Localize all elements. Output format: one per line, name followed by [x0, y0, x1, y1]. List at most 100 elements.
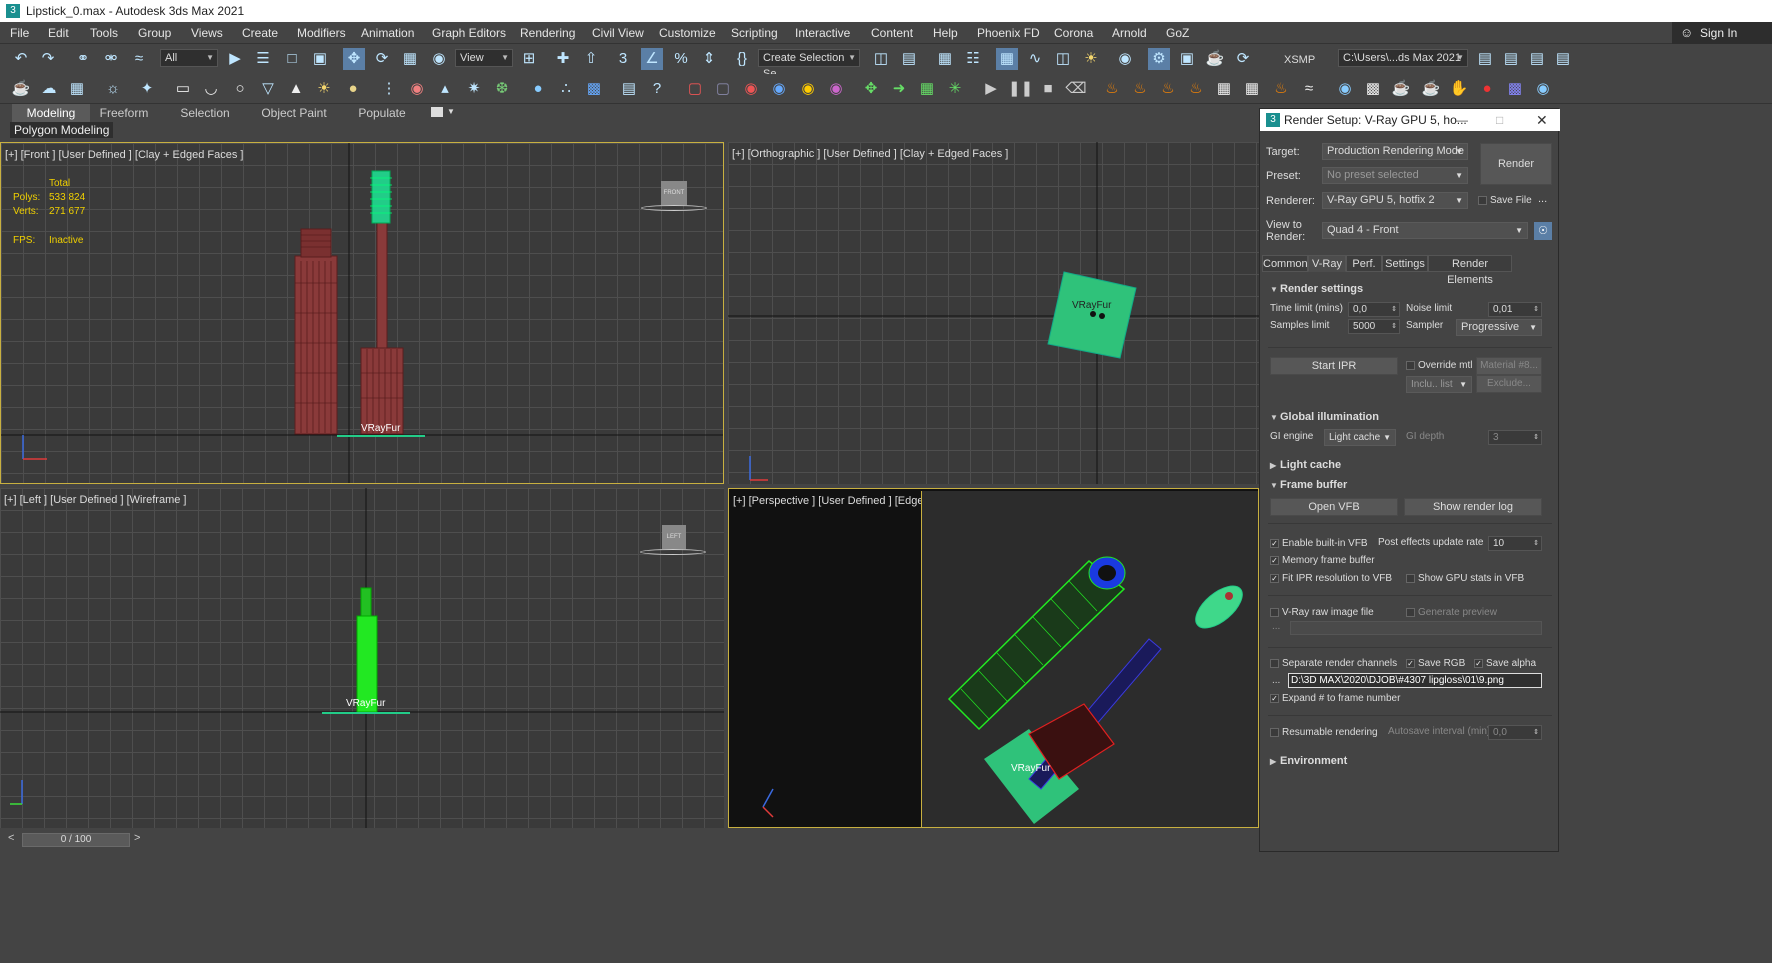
raw-path-field[interactable]: [1290, 621, 1542, 635]
edit-named-selection-icon[interactable]: {}: [731, 48, 753, 70]
basket-icon[interactable]: ▽: [257, 78, 279, 100]
fur-icon[interactable]: ✦: [136, 78, 158, 100]
tree-icon[interactable]: ▴: [434, 78, 456, 100]
tab-render-elements[interactable]: Render Elements: [1428, 255, 1512, 286]
move-icon[interactable]: ✥: [343, 48, 365, 70]
menu-interactive[interactable]: Interactive: [795, 22, 850, 44]
autosave-spinner[interactable]: 0,0 ⇕: [1488, 725, 1542, 740]
plane-icon[interactable]: ▭: [172, 78, 194, 100]
fire-icon[interactable]: ◉: [740, 78, 762, 100]
rect-selection-icon[interactable]: □: [281, 48, 303, 70]
rendered-frame-icon[interactable]: ▣: [1176, 48, 1198, 70]
enable-vfb-checkbox[interactable]: ✓ Enable built-in VFB: [1270, 538, 1368, 549]
menu-tools[interactable]: Tools: [90, 22, 118, 44]
renderer-dropdown[interactable]: V-Ray GPU 5, hotfix 2 ▼: [1322, 192, 1468, 209]
gi-header[interactable]: ▼ Global illumination: [1270, 411, 1379, 423]
minimize-icon[interactable]: —: [1456, 109, 1468, 131]
arrow-icon[interactable]: ➜: [888, 78, 910, 100]
viewcube[interactable]: LEFT: [662, 525, 686, 549]
include-list-dropdown[interactable]: Inclu.. list ▼: [1406, 376, 1472, 393]
menu-group[interactable]: Group: [138, 22, 171, 44]
play-icon[interactable]: ▶: [980, 78, 1002, 100]
curve-editor-icon[interactable]: ∿: [1024, 48, 1046, 70]
menu-corona[interactable]: Corona: [1054, 22, 1093, 44]
light-icon[interactable]: ☀: [1080, 48, 1102, 70]
viewport-orthographic[interactable]: [+] [Orthographic ] [User Defined ] [Cla…: [728, 142, 1259, 484]
particle-icon[interactable]: ◉: [797, 78, 819, 100]
menu-graph-editors[interactable]: Graph Editors: [432, 22, 506, 44]
ribbon-tab-populate[interactable]: Populate: [350, 104, 414, 122]
light-cache-header[interactable]: ▶ Light cache: [1270, 459, 1341, 471]
undo-icon[interactable]: ↶: [10, 48, 32, 70]
phoenix-bottle-icon[interactable]: ▩: [1362, 78, 1384, 100]
burst-icon[interactable]: ✳: [944, 78, 966, 100]
teapot-icon[interactable]: ☕: [10, 78, 32, 100]
phoenix-ocean-icon[interactable]: ◉: [1334, 78, 1356, 100]
frame-buffer-header[interactable]: ▼ Frame buffer: [1270, 479, 1347, 491]
phoenix-sim-icon[interactable]: ▦: [1241, 78, 1263, 100]
show-render-log-button[interactable]: Show render log: [1404, 498, 1542, 516]
save-file-checkbox[interactable]: Save File: [1478, 195, 1532, 206]
phoenix-fire-icon[interactable]: ♨: [1101, 78, 1123, 100]
render-production-icon[interactable]: ☕: [1204, 48, 1226, 70]
viewport-front[interactable]: [+] [Front ] [User Defined ] [Clay + Edg…: [0, 142, 724, 484]
phoenix-grid-icon[interactable]: ▦: [1213, 78, 1235, 100]
phoenix-foam-icon[interactable]: ♨: [1157, 78, 1179, 100]
chevron-down-icon[interactable]: ▼: [447, 107, 455, 116]
save-rgb-checkbox[interactable]: ✓ Save RGB: [1406, 658, 1465, 669]
color-dots-icon[interactable]: ∴: [555, 78, 577, 100]
cloud-icon[interactable]: ☁: [38, 78, 60, 100]
project-folder-dropdown[interactable]: C:\Users\...ds Max 2021 ▼: [1338, 49, 1468, 67]
override-mtl-checkbox[interactable]: Override mtl: [1406, 360, 1472, 371]
phoenix-wave-icon[interactable]: ≈: [1298, 78, 1320, 100]
noise-limit-spinner[interactable]: 0,01 ⇕: [1488, 302, 1542, 317]
place-icon[interactable]: ◉: [428, 48, 450, 70]
tab-vray[interactable]: V-Ray: [1308, 255, 1346, 272]
maximize-icon[interactable]: □: [1496, 109, 1503, 131]
phoenix-red-icon[interactable]: ●: [1476, 78, 1498, 100]
select-object-icon[interactable]: ▶: [224, 48, 246, 70]
menu-animation[interactable]: Animation: [361, 22, 414, 44]
force-icon[interactable]: ◉: [825, 78, 847, 100]
light-lister-icon[interactable]: ☼: [102, 78, 124, 100]
help-icon[interactable]: ?: [646, 78, 668, 100]
save-alpha-checkbox[interactable]: ✓ Save alpha: [1474, 658, 1536, 669]
viewport-left[interactable]: [+] [Left ] [User Defined ] [Wireframe ]…: [0, 488, 724, 828]
menu-customize[interactable]: Customize: [659, 22, 716, 44]
select-by-name-icon[interactable]: ☰: [252, 48, 274, 70]
tab-perf[interactable]: Perf.: [1346, 255, 1382, 272]
rotate-icon[interactable]: ⟳: [371, 48, 393, 70]
layer-explorer-icon[interactable]: ☷: [962, 48, 984, 70]
bind-space-warp-icon[interactable]: ≈: [128, 48, 150, 70]
render-button[interactable]: Render: [1480, 143, 1552, 185]
raw-browse-button[interactable]: ...: [1272, 621, 1280, 632]
vray-raw-checkbox[interactable]: V-Ray raw image file: [1270, 607, 1374, 618]
ref-coord-dropdown[interactable]: View ▼: [455, 49, 513, 67]
memory-frame-buffer-checkbox[interactable]: ✓ Memory frame buffer: [1270, 555, 1375, 566]
snaps-toggle-icon[interactable]: 3: [612, 48, 634, 70]
window-crossing-icon[interactable]: ▣: [309, 48, 331, 70]
render-settings-header[interactable]: ▼ Render settings: [1270, 283, 1363, 295]
preset-dropdown[interactable]: No preset selected ▼: [1322, 167, 1468, 184]
menu-create[interactable]: Create: [242, 22, 278, 44]
output-path-field[interactable]: D:\3D MAX\2020\DJOB\#4307 lipgloss\01\9.…: [1288, 673, 1542, 688]
phoenix-cup-icon[interactable]: ☕: [1390, 78, 1412, 100]
pause-icon[interactable]: ❚❚: [1008, 78, 1033, 100]
scene-explorer-icon[interactable]: ▦: [934, 48, 956, 70]
phoenix-hand-icon[interactable]: ✋: [1448, 78, 1470, 100]
mirror-icon[interactable]: ◫: [870, 48, 892, 70]
menu-edit[interactable]: Edit: [48, 22, 69, 44]
scale-icon[interactable]: ▦: [399, 48, 421, 70]
render-setup-titlebar[interactable]: 3 Render Setup: V-Ray GPU 5, ho... — □ ✕: [1260, 109, 1560, 131]
phoenix-splash-icon[interactable]: ♨: [1185, 78, 1207, 100]
menu-modifiers[interactable]: Modifiers: [297, 22, 346, 44]
render-iterative-icon[interactable]: ⟳: [1232, 48, 1254, 70]
render-setup-icon[interactable]: ⚙: [1148, 48, 1170, 70]
keyboard-shortcut-icon[interactable]: ⇧: [580, 48, 602, 70]
menu-help[interactable]: Help: [933, 22, 958, 44]
gi-depth-spinner[interactable]: 3 ⇕: [1488, 430, 1542, 445]
grid-icon[interactable]: ▦: [916, 78, 938, 100]
view-to-render-dropdown[interactable]: Quad 4 - Front ▼: [1322, 222, 1528, 239]
post-effects-spinner[interactable]: 10 ⇕: [1488, 536, 1542, 551]
ribbon-toggle-icon[interactable]: ▦: [996, 48, 1018, 70]
